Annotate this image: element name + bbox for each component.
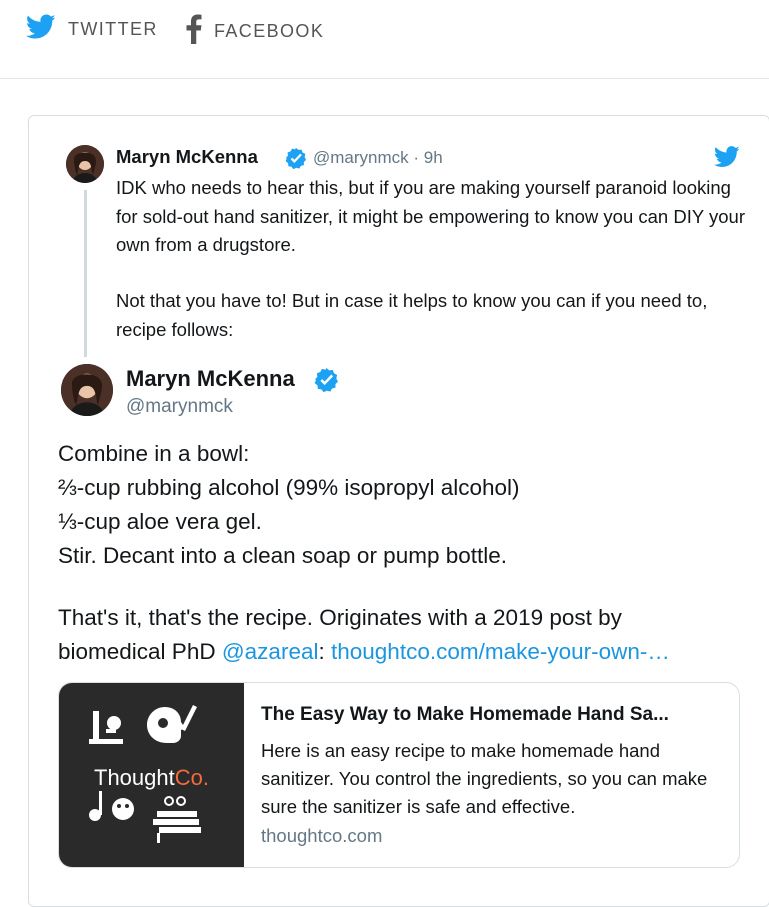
tweet-line-1: Combine in a bowl: xyxy=(58,441,250,466)
link-card-domain[interactable]: thoughtco.com xyxy=(261,825,382,847)
avatar[interactable] xyxy=(66,145,104,183)
thoughtco-wordmark: ThoughtCo. xyxy=(59,765,244,791)
twitter-share-button[interactable]: TWITTER xyxy=(25,14,158,45)
tweet-line-2: ⅔-cup rubbing alcohol (99% isopropyl alc… xyxy=(58,475,520,500)
thoughtco-wordmark-main: Thought xyxy=(94,765,175,790)
verified-badge-icon xyxy=(285,147,307,174)
facebook-share-button[interactable]: FACEBOOK xyxy=(186,14,324,49)
main-author-handle[interactable]: @marynmck xyxy=(126,396,233,418)
facebook-f-icon xyxy=(186,14,202,49)
reply-author-handle[interactable]: @marynmck · 9h xyxy=(313,148,443,168)
tweet-line-5: That's it, that's the recipe. Originates… xyxy=(58,605,622,630)
mention-colon: : xyxy=(318,639,325,664)
url-link[interactable]: thoughtco.com/make-your-own-… xyxy=(331,639,670,664)
thoughtco-wordmark-accent: Co. xyxy=(174,765,209,790)
reply-author-name[interactable]: Maryn McKenna xyxy=(116,146,258,168)
thoughtco-logo-thumbnail: ThoughtCo. xyxy=(59,683,244,867)
tweet-line-6: biomedical PhD @azareal: thoughtco.com/m… xyxy=(58,639,670,665)
twitter-bird-icon[interactable] xyxy=(713,146,740,173)
reply-tweet-text-2: Not that you have to! But in case it hel… xyxy=(116,290,708,340)
reply-tweet-text: IDK who needs to hear this, but if you a… xyxy=(116,177,745,255)
main-author-name[interactable]: Maryn McKenna xyxy=(126,366,295,392)
tweet-line-4: Stir. Decant into a clean soap or pump b… xyxy=(58,543,508,568)
link-card-description: Here is an easy recipe to make homemade … xyxy=(261,740,708,817)
facebook-share-label: FACEBOOK xyxy=(214,21,325,41)
thread-line xyxy=(84,190,87,357)
mention-link[interactable]: @azareal xyxy=(222,639,319,664)
tweet-line-6-prefix: biomedical PhD xyxy=(58,639,222,664)
link-card-title[interactable]: The Easy Way to Make Homemade Hand Sa... xyxy=(261,704,669,726)
tweet-line-3: ⅓-cup aloe vera gel. xyxy=(58,509,262,534)
verified-badge-icon xyxy=(314,367,339,397)
twitter-share-label: TWITTER xyxy=(68,19,158,39)
twitter-bird-icon xyxy=(25,14,56,45)
avatar[interactable] xyxy=(61,364,113,416)
share-bar: TWITTER FACEBOOK xyxy=(0,0,769,79)
link-preview-card[interactable]: ThoughtCo. The Easy Way to Make Homemade… xyxy=(58,682,740,868)
